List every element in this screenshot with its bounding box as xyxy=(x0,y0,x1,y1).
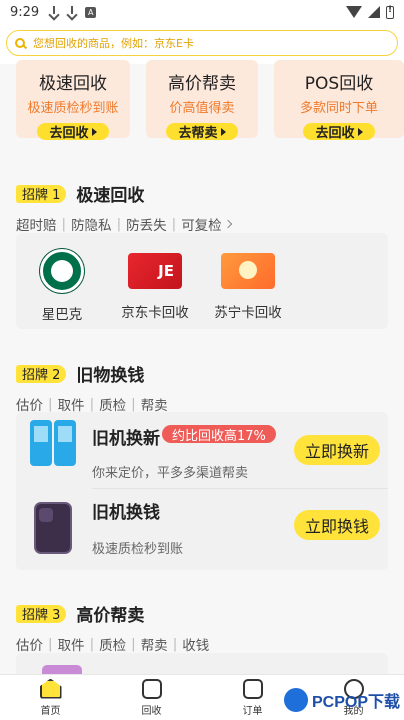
tag: 取件 xyxy=(57,398,85,414)
section-high-price: 招牌 3 高价帮卖 估价 | 取件 | 质检 | 帮卖 | 收钱 xyxy=(0,601,404,654)
exchange-title: 旧机换新 xyxy=(92,429,160,449)
tag: 防丢失 xyxy=(126,218,167,234)
search-placeholder: 您想回收的商品，例如：京东E卡 xyxy=(33,37,194,50)
exchange-row-cash[interactable]: 旧机换钱 极速质检秒到账 立即换钱 xyxy=(16,490,388,570)
tag: 可复检 xyxy=(181,218,222,234)
button-label: 去帮卖 xyxy=(178,126,218,141)
top-service-cards: 极速回收 极速质检秒到账 去回收 高价帮卖 价高值得卖 去帮卖 POS回收 多款… xyxy=(0,60,404,142)
tag: 估价 xyxy=(16,638,43,654)
exchange-cash-button[interactable]: 立即换钱 xyxy=(294,510,380,540)
notification-icons: A xyxy=(49,6,97,18)
signal-icon xyxy=(368,6,380,18)
watermark: PCPOP下载 xyxy=(283,688,400,712)
tag: 质检 xyxy=(99,638,127,654)
go-recycle-button[interactable]: 去回收 xyxy=(303,123,375,141)
brand-jd-card[interactable]: JE 京东卡回收 xyxy=(115,253,195,321)
tab-label: 订单 xyxy=(242,705,263,717)
tab-label: 首页 xyxy=(40,705,61,717)
iphone-image xyxy=(34,502,72,554)
wifi-icon xyxy=(346,6,362,18)
section-title: 极速回收 xyxy=(76,186,145,206)
status-time: 9:29 xyxy=(10,4,40,20)
tab-label: 回收 xyxy=(141,705,162,717)
exchange-subtitle: 极速质检秒到账 xyxy=(92,542,184,557)
exchange-card: 旧机换新 约比回收高17% 你来定价，平多多渠道帮卖 立即换新 旧机换钱 极速质… xyxy=(16,412,388,570)
card-subtitle: 多款同时下单 xyxy=(299,101,378,116)
exchange-subtitle: 你来定价，平多多渠道帮卖 xyxy=(92,466,249,481)
go-recycle-button[interactable]: 去回收 xyxy=(37,123,109,141)
battery-icon xyxy=(386,5,394,19)
suning-card-image xyxy=(221,253,275,289)
card-title: 高价帮卖 xyxy=(168,74,236,94)
download-icon xyxy=(49,6,59,18)
tag: 取件 xyxy=(57,638,85,654)
pcpop-logo-icon xyxy=(283,688,308,712)
button-label: 去回收 xyxy=(49,126,89,141)
tab-home[interactable]: 首页 xyxy=(0,675,101,720)
divider xyxy=(92,488,388,489)
tag: 帮卖 xyxy=(140,398,168,414)
a-app-icon: A xyxy=(85,6,97,18)
search-icon xyxy=(15,38,25,48)
play-arrow-icon xyxy=(220,127,226,136)
download-icon xyxy=(67,6,77,18)
tag: 超时赔 xyxy=(16,218,57,234)
chevron-right-icon xyxy=(223,219,232,229)
brand-suning-card[interactable]: 苏宁卡回收 xyxy=(208,253,288,321)
status-bar: 9:29 A xyxy=(0,0,404,24)
exchange-title: 旧机换钱 xyxy=(92,503,160,523)
watermark-text: PCPOP下载 xyxy=(311,694,400,711)
section-fast-recycle: 招牌 1 极速回收 超时赔 | 防隐私 | 防丢失 | 可复检 xyxy=(0,181,404,234)
section-title: 旧物换钱 xyxy=(76,366,145,386)
starbucks-logo xyxy=(40,249,84,293)
jd-card-image: JE xyxy=(128,253,182,289)
card-pos-recycle[interactable]: POS回收 多款同时下单 去回收 xyxy=(274,60,404,141)
brand-grid: 星巴克 JE 京东卡回收 苏宁卡回收 xyxy=(16,233,388,329)
brand-label: 京东卡回收 xyxy=(121,305,189,321)
order-icon xyxy=(242,678,263,699)
recycle-icon xyxy=(141,678,162,699)
feature-tags[interactable]: 超时赔 | 防隐私 | 防丢失 | 可复检 xyxy=(0,214,404,234)
card-title: POS回收 xyxy=(304,74,374,94)
price-compare-badge: 约比回收高17% xyxy=(162,425,276,444)
card-subtitle: 价高值得卖 xyxy=(169,101,235,116)
go-sell-button[interactable]: 去帮卖 xyxy=(166,123,238,141)
tab-recycle[interactable]: 回收 xyxy=(101,675,202,720)
tag: 估价 xyxy=(16,398,43,414)
card-high-price-sell[interactable]: 高价帮卖 价高值得卖 去帮卖 xyxy=(146,60,258,141)
section-title: 高价帮卖 xyxy=(76,606,145,626)
feature-tags: 估价 | 取件 | 质检 | 帮卖 xyxy=(16,396,168,414)
card-title: 极速回收 xyxy=(39,74,107,94)
exchange-row-new[interactable]: 旧机换新 约比回收高17% 你来定价，平多多渠道帮卖 立即换新 xyxy=(16,412,388,492)
tag: 帮卖 xyxy=(140,638,168,654)
brand-starbucks[interactable]: 星巴克 xyxy=(22,249,102,323)
play-arrow-icon xyxy=(91,127,97,136)
card-fast-recycle[interactable]: 极速回收 极速质检秒到账 去回收 xyxy=(16,60,130,141)
tag: 质检 xyxy=(99,398,127,414)
search-input[interactable]: 您想回收的商品，例如：京东E卡 xyxy=(6,30,398,56)
card-subtitle: 极速质检秒到账 xyxy=(27,101,119,116)
trade-in-button[interactable]: 立即换新 xyxy=(294,435,380,465)
pos-device-image xyxy=(30,420,78,470)
tag: 收钱 xyxy=(182,638,210,654)
signboard-badge: 招牌 3 xyxy=(16,604,67,623)
search-bar: 您想回收的商品，例如：京东E卡 xyxy=(0,24,404,64)
play-arrow-icon xyxy=(357,127,363,136)
brand-label: 星巴克 xyxy=(41,307,83,323)
section-old-items: 招牌 2 旧物换钱 估价 | 取件 | 质检 | 帮卖 xyxy=(0,361,404,414)
feature-tags: 估价 | 取件 | 质检 | 帮卖 | 收钱 xyxy=(16,636,210,654)
signboard-badge: 招牌 2 xyxy=(16,364,67,383)
button-label: 去回收 xyxy=(315,126,355,141)
home-icon xyxy=(39,678,62,699)
brand-label: 苏宁卡回收 xyxy=(214,305,282,321)
signboard-badge: 招牌 1 xyxy=(16,184,67,203)
tag: 防隐私 xyxy=(71,218,112,234)
